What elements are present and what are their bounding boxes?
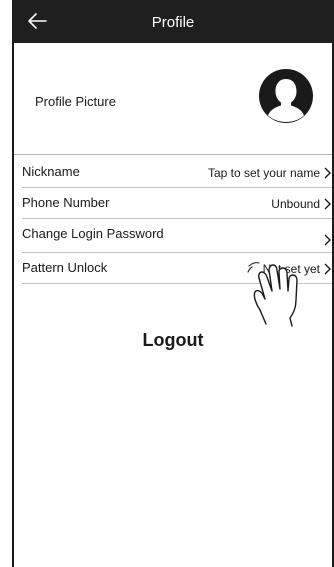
phone-number-row[interactable]: Phone Number Unbound [22,188,332,219]
profile-picture-row[interactable]: Profile Picture [14,44,332,155]
phone-number-label: Phone Number [22,195,110,210]
change-password-row[interactable]: Change Login Password [22,219,332,253]
change-password-label: Change Login Password [22,226,164,241]
nickname-value: Tap to set your name [207,166,320,180]
logout-button[interactable]: Logout [14,330,332,351]
nickname-label: Nickname [22,164,80,179]
page-title: Profile [151,14,195,31]
profile-picture-label: Profile Picture [35,94,116,109]
pattern-unlock-label: Pattern Unlock [22,260,108,275]
pattern-unlock-value: Not set yet [262,262,320,276]
chevron-right-icon [324,234,331,246]
profile-screen: Profile Profile Picture Nickname Tap to … [0,0,334,567]
header-bar: Profile [12,0,334,43]
nickname-row[interactable]: Nickname Tap to set your name [22,157,332,188]
pattern-unlock-row[interactable]: Pattern Unlock Not set yet [22,253,332,284]
chevron-right-icon [324,198,331,210]
chevron-right-icon [324,167,331,179]
phone-number-value: Unbound [271,197,320,211]
chevron-right-icon [324,263,331,275]
user-silhouette-icon [259,69,313,123]
